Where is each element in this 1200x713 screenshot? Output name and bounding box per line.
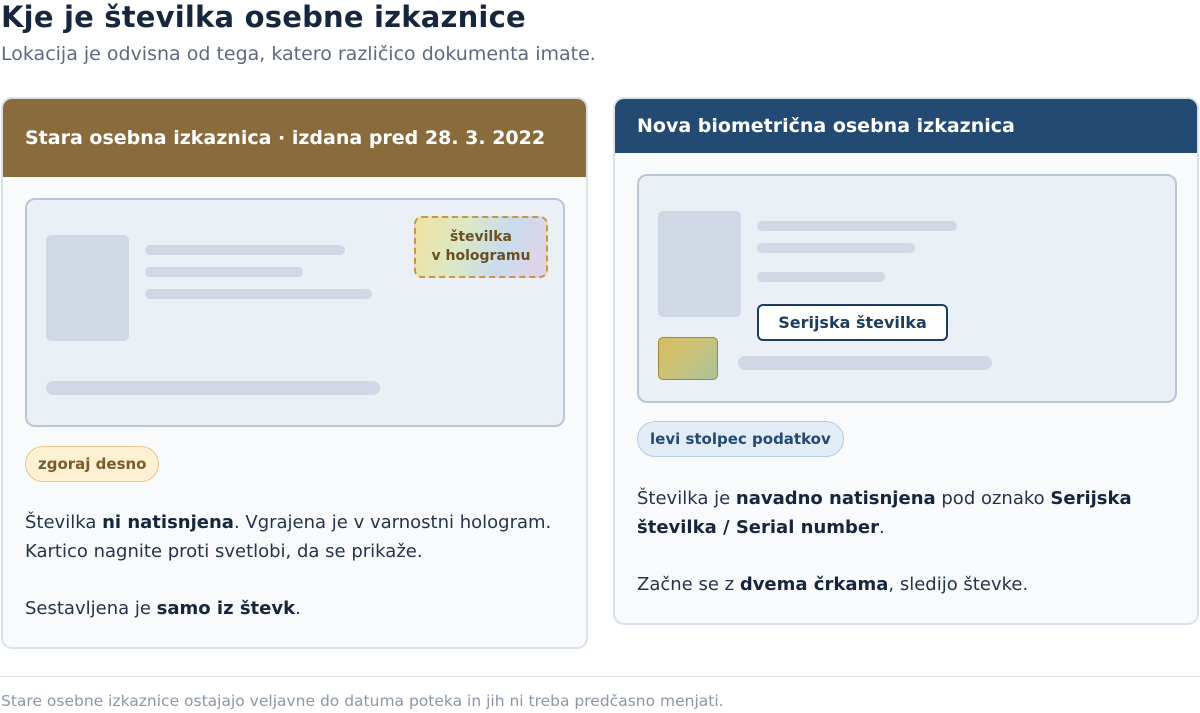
footer-divider: [0, 676, 1200, 677]
new-id-card-panel: Nova biometrična osebna izkaznica Serijs…: [613, 97, 1199, 625]
old-id-card-header: Stara osebna izkaznica · izdana pred 28.…: [3, 99, 586, 177]
text-line-placeholder: [738, 356, 992, 370]
serial-number-marker: Serijska številka: [757, 304, 948, 341]
old-card-description-2: Sestavljena je samo iz števk.: [25, 598, 301, 619]
hologram-label-line2: v hologramu: [431, 248, 531, 264]
photo-placeholder: [46, 235, 129, 341]
text-line-placeholder: [145, 245, 345, 255]
location-badge-new: levi stolpec podatkov: [637, 421, 844, 457]
old-id-card-panel: Stara osebna izkaznica · izdana pred 28.…: [1, 97, 588, 649]
new-card-description-1: Številka je navadno natisnjena pod oznak…: [637, 488, 1132, 538]
text-line-placeholder: [757, 243, 915, 253]
page-subtitle: Lokacija je odvisna od tega, katero razl…: [1, 43, 596, 65]
hologram-label-line1: številka: [449, 229, 512, 245]
text-line-placeholder: [757, 221, 957, 231]
old-card-description-1: Številka ni natisnjena. Vgrajena je v va…: [25, 512, 552, 562]
location-badge-old: zgoraj desno: [25, 446, 160, 482]
text-line-placeholder: [145, 267, 303, 277]
hologram-number-marker: številka v hologramu: [414, 216, 548, 278]
text-line-placeholder: [145, 289, 372, 299]
photo-placeholder: [658, 211, 741, 317]
new-id-card-illustration: Serijska številka: [637, 174, 1177, 403]
old-id-card-illustration: številka v hologramu: [25, 198, 565, 427]
text-line-placeholder: [46, 381, 380, 395]
chip-icon: [658, 337, 718, 380]
new-card-description-2: Začne se z dvema črkama, sledijo števke.: [637, 574, 1029, 595]
page-title: Kje je številka osebne izkaznice: [1, 0, 526, 34]
text-line-placeholder: [757, 272, 885, 282]
new-id-card-header: Nova biometrična osebna izkaznica: [615, 99, 1197, 153]
footnote: Stare osebne izkaznice ostajajo veljavne…: [1, 692, 724, 710]
